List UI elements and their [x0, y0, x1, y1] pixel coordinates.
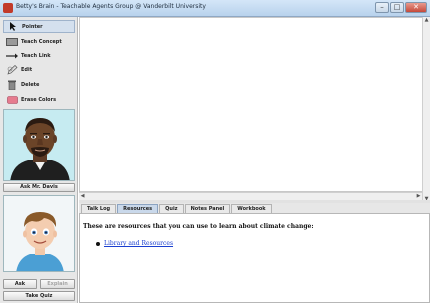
edit-label: Edit: [21, 66, 33, 73]
close-button[interactable]: ✕: [405, 2, 427, 13]
teach-link-label: Teach Link: [21, 52, 51, 59]
scroll-left-icon[interactable]: ◀: [79, 193, 86, 200]
tab-talk-log[interactable]: Talk Log: [81, 204, 117, 213]
scroll-right-icon[interactable]: ▶: [415, 193, 422, 200]
tab-notes-panel[interactable]: Notes Panel: [184, 204, 231, 213]
take-quiz-button[interactable]: Take Quiz: [3, 291, 75, 301]
erase-colors-label: Erase Colors: [21, 96, 57, 103]
teach-concept-label: Teach Concept: [21, 38, 62, 45]
erase-colors-button[interactable]: Erase Colors: [3, 93, 75, 106]
pointer-tool-button[interactable]: Pointer: [3, 20, 75, 33]
student-portrait: [3, 195, 75, 272]
edit-pen-icon: [6, 64, 18, 75]
left-sidebar: Pointer Teach Concept Teach Link Edit De…: [0, 17, 78, 303]
library-resources-link[interactable]: Library and Resources: [104, 240, 173, 247]
horizontal-scrollbar[interactable]: ◀ ▶: [79, 192, 422, 200]
teach-link-button[interactable]: Teach Link: [3, 49, 75, 62]
bullet-icon: [96, 241, 100, 246]
link-arrow-icon: [6, 51, 18, 60]
maximize-button[interactable]: □: [390, 2, 404, 13]
tab-workbook[interactable]: Workbook: [231, 204, 272, 213]
explain-button[interactable]: Explain: [40, 279, 75, 289]
window-title: Betty's Brain - Teachable Agents Group @…: [16, 3, 206, 10]
concept-map-canvas[interactable]: [79, 17, 426, 192]
resources-intro-text: These are resources that you can use to …: [83, 223, 314, 230]
pointer-arrow-icon: [7, 22, 19, 31]
mentor-portrait: [3, 109, 75, 181]
edit-button[interactable]: Edit: [3, 63, 75, 76]
tab-quiz[interactable]: Quiz: [159, 204, 184, 213]
list-item: Library and Resources: [96, 240, 173, 247]
minimize-button[interactable]: –: [375, 2, 389, 13]
delete-label: Delete: [21, 81, 40, 88]
delete-button[interactable]: Delete: [3, 78, 75, 91]
vertical-scrollbar[interactable]: ▲ ▼: [422, 17, 430, 203]
resources-panel: These are resources that you can use to …: [79, 213, 430, 303]
teach-concept-button[interactable]: Teach Concept: [3, 35, 75, 48]
mentor-avatar: [10, 118, 70, 180]
concept-box-icon: [6, 37, 18, 46]
pointer-tool-label: Pointer: [22, 23, 43, 30]
student-avatar: [16, 212, 64, 271]
ask-button[interactable]: Ask: [3, 279, 37, 289]
window-controls: – □ ✕: [375, 2, 427, 13]
app-icon: [3, 3, 13, 13]
scroll-up-icon[interactable]: ▲: [423, 17, 430, 24]
tab-resources[interactable]: Resources: [117, 204, 159, 213]
trash-icon: [6, 80, 18, 90]
bottom-tabs: Talk Log Resources Quiz Notes Panel Work…: [79, 203, 430, 213]
eraser-icon: [6, 95, 18, 104]
title-bar: Betty's Brain - Teachable Agents Group @…: [0, 0, 430, 17]
ask-mentor-button[interactable]: Ask Mr. Davis: [3, 183, 75, 192]
